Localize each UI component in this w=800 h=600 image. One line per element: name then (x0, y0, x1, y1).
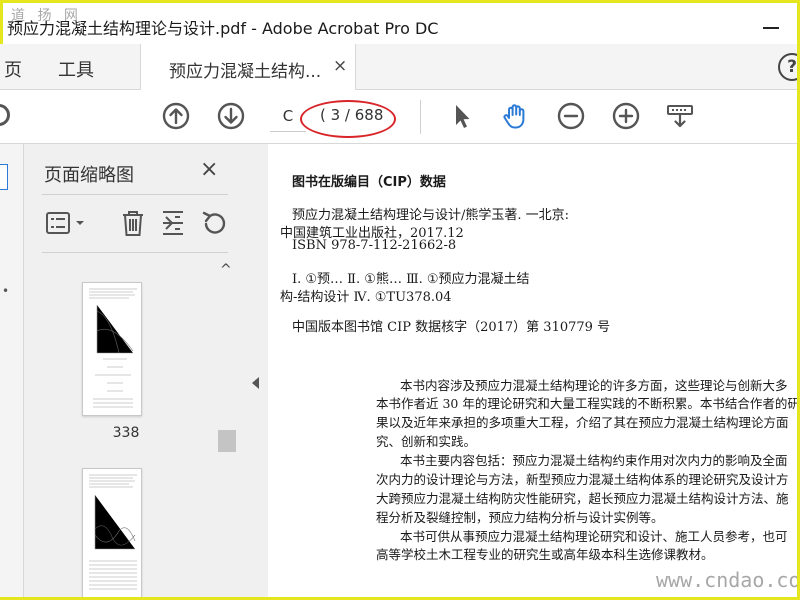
site-watermark: www.cndao.com (656, 568, 800, 592)
search-icon[interactable] (0, 104, 10, 126)
body-line: 本书主要内容包括：预应力混凝土结构约束作用对次内力的影响及全面 (400, 453, 788, 468)
cip-heading: 图书在版编目（CIP）数据 (292, 175, 446, 190)
body-line: 程分析及裂缝控制，预应力结构分析与设计实例等。 (376, 510, 664, 525)
body-line: 本书可供从事预应力混凝土结构理论研究和设计、施工人员参考，也可 (400, 529, 788, 544)
cip-line: 预应力混凝土结构理论与设计/熊学玉著. 一北京: (292, 208, 570, 223)
hand-icon[interactable] (501, 102, 529, 130)
close-tab-icon[interactable]: × (333, 56, 347, 76)
body-line: 大跨预应力混凝土结构防灾性能研究，超长预应力混凝土结构设计方法、施 (376, 491, 789, 506)
page-thumbnail[interactable] (82, 282, 142, 416)
panel-divider (42, 252, 228, 253)
cip-line: Ⅰ. ①预… Ⅱ. ①熊… Ⅲ. ①预应力混凝土结 (292, 272, 530, 287)
body-line: 高等学校土木工程专业的研究生或高年级本科生选修课教材。 (376, 547, 714, 562)
pane-marker-icon: • (2, 284, 10, 298)
document-tab[interactable]: 预应力混凝土结构... × (140, 44, 356, 90)
arrow-down-circle-icon[interactable] (217, 102, 245, 130)
extract-icon[interactable] (158, 208, 188, 238)
page-thumbnail[interactable] (82, 468, 142, 600)
close-panel-icon[interactable]: × (200, 157, 218, 182)
navigation-pane-strip: • (0, 144, 24, 600)
thumbnail-preview (89, 474, 137, 590)
menu-bar: 页 工具 预应力混凝土结构... × ? (0, 44, 800, 90)
panel-splitter[interactable] (240, 144, 268, 600)
title-bar: 道 扬 网 预应力混凝土结构理论与设计.pdf - Adobe Acrobat … (0, 0, 800, 44)
tools-icon[interactable] (666, 102, 694, 130)
body-line: 本书内容涉及预应力混凝土结构理论的许多方面，这些理论与创新大多 (400, 378, 788, 393)
toolbar-divider (420, 100, 421, 134)
toolbar: C ( 3 / 688 (0, 90, 800, 144)
page-count-highlight (300, 100, 396, 138)
body-line: 果以及近年来承担的多项重大工程，介绍了其在预应力混凝土结构理论方面 (376, 415, 789, 430)
thumbnail-page-number: 338 (112, 425, 140, 441)
document-page: 图书在版编目（CIP）数据 预应力混凝土结构理论与设计/熊学玉著. 一北京: 中… (268, 144, 800, 600)
nav-home[interactable]: 页 (4, 56, 22, 82)
zoom-in-icon[interactable] (612, 102, 640, 130)
panel-divider (42, 194, 228, 195)
page-thumbnails-tab-icon[interactable] (0, 164, 8, 190)
body-line: 究、创新和实践。 (376, 434, 477, 449)
cip-line: 中国版本图书馆 CIP 数据核字（2017）第 310779 号 (292, 320, 611, 335)
thumbnail-options-icon[interactable] (44, 208, 88, 238)
nav-tools[interactable]: 工具 (58, 56, 94, 82)
scroll-up-icon[interactable]: ^ (220, 262, 232, 278)
minimize-button[interactable] (763, 27, 779, 29)
document-tab-label: 预应力混凝土结构... (169, 62, 322, 82)
rotate-icon[interactable] (200, 208, 230, 238)
scrollbar-thumb[interactable] (218, 430, 236, 452)
zoom-out-icon[interactable] (557, 102, 585, 130)
delete-icon[interactable] (118, 208, 148, 238)
collapse-panel-icon[interactable] (252, 377, 259, 389)
arrow-up-circle-icon[interactable] (162, 102, 190, 130)
cip-line: 构-结构设计 Ⅳ. ①TU378.04 (280, 290, 452, 305)
thumbnail-preview (89, 288, 137, 408)
cip-line: ISBN 978-7-112-21662-8 (292, 238, 457, 253)
window-title: 预应力混凝土结构理论与设计.pdf - Adobe Acrobat Pro DC (7, 19, 439, 38)
body-line: 次内力的设计理论与方法，新型预应力混凝土结构体系的理论研究及设计方 (376, 472, 789, 487)
body-line: 本书作者近 30 年的理论研究和大量工程实践的不断积累。本书结合作者的研 (376, 396, 800, 411)
thumbnail-panel-title: 页面缩略图 (44, 165, 134, 186)
pointer-icon[interactable] (448, 102, 476, 130)
